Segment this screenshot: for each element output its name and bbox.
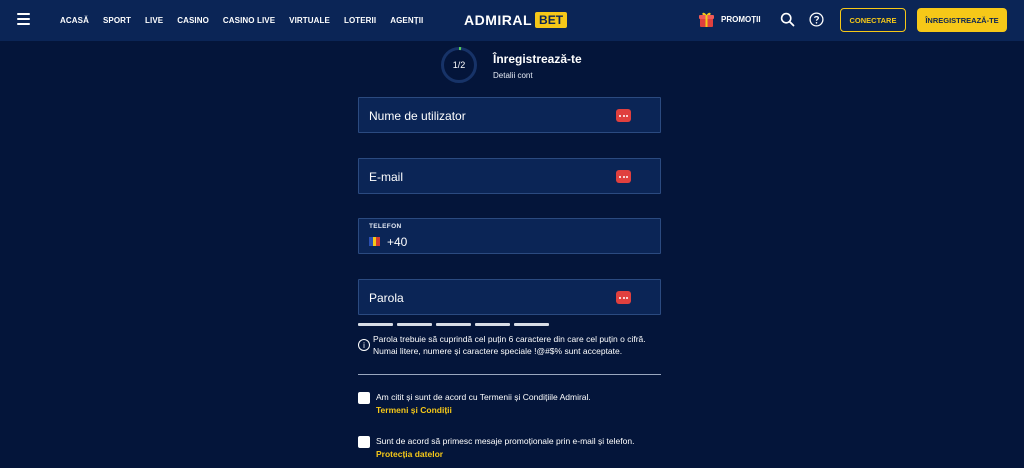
page-subtitle: Detalii cont xyxy=(493,71,533,80)
divider xyxy=(358,374,661,375)
dots-icon xyxy=(616,170,631,183)
terms-link[interactable]: Termeni și Condiții xyxy=(376,404,591,417)
hamburger-icon[interactable] xyxy=(17,13,30,25)
promo-link[interactable]: PROMOȚII xyxy=(698,11,761,28)
dots-icon xyxy=(616,109,631,122)
register-button[interactable]: ÎNREGISTREAZĂ-TE xyxy=(917,8,1007,32)
top-navbar: ACASĂ SPORT LIVE CASINO CASINO LIVE VIRT… xyxy=(0,0,1024,41)
email-field[interactable]: E-mail xyxy=(358,158,661,194)
romania-flag-icon[interactable] xyxy=(369,237,381,246)
password-hint: i Parola trebuie să cuprindă cel puțin 6… xyxy=(358,333,678,357)
phone-label: TELEFON xyxy=(369,223,402,230)
info-icon: i xyxy=(358,339,370,351)
dots-icon xyxy=(616,291,631,304)
nav-virtuale[interactable]: VIRTUALE xyxy=(289,16,330,25)
search-icon[interactable] xyxy=(780,12,795,27)
terms-text: Am citit și sunt de acord cu Termenii și… xyxy=(376,392,591,402)
gift-icon xyxy=(699,12,714,27)
strength-bar xyxy=(436,323,471,326)
help-icon[interactable] xyxy=(809,12,824,27)
strength-bar xyxy=(475,323,510,326)
phone-prefix: +40 xyxy=(387,235,408,249)
step-counter: 1/2 xyxy=(452,60,466,70)
nav-casino[interactable]: CASINO xyxy=(177,16,209,25)
password-field[interactable]: Parola xyxy=(358,279,661,315)
nav-live[interactable]: LIVE xyxy=(145,16,163,25)
login-button[interactable]: CONECTARE xyxy=(840,8,906,32)
logo-text: ADMIRAL xyxy=(464,12,533,28)
password-strength-meter xyxy=(358,323,549,326)
terms-consent: Am citit și sunt de acord cu Termenii și… xyxy=(358,391,591,417)
strength-bar xyxy=(397,323,432,326)
site-logo[interactable]: ADMIRAL BET xyxy=(464,12,568,28)
main-nav: ACASĂ SPORT LIVE CASINO CASINO LIVE VIRT… xyxy=(60,0,437,41)
password-hint-text: Parola trebuie să cuprindă cel puțin 6 c… xyxy=(373,333,646,357)
nav-sport[interactable]: SPORT xyxy=(103,16,131,25)
terms-checkbox[interactable] xyxy=(358,392,370,404)
password-hint-line: Parola trebuie să cuprindă cel puțin 6 c… xyxy=(373,334,646,344)
strength-bar xyxy=(358,323,393,326)
marketing-text: Sunt de acord să primesc mesaje promoțio… xyxy=(376,436,635,446)
nav-acasa[interactable]: ACASĂ xyxy=(60,16,89,25)
nav-loterii[interactable]: LOTERII xyxy=(344,16,376,25)
strength-bar xyxy=(514,323,549,326)
email-label: E-mail xyxy=(369,170,404,184)
promo-label: PROMOȚII xyxy=(721,15,761,24)
password-hint-line: Numai litere, numere și caractere specia… xyxy=(373,346,623,356)
marketing-consent: Sunt de acord să primesc mesaje promoțio… xyxy=(358,435,634,461)
nav-agentii[interactable]: AGENȚII xyxy=(390,16,423,25)
username-field[interactable]: Nume de utilizator xyxy=(358,97,661,133)
password-label: Parola xyxy=(369,291,404,305)
nav-casino-live[interactable]: CASINO LIVE xyxy=(223,16,275,25)
username-label: Nume de utilizator xyxy=(369,109,466,123)
marketing-checkbox[interactable] xyxy=(358,436,370,448)
phone-field[interactable]: TELEFON +40 xyxy=(358,218,661,254)
page-title: Înregistrează-te xyxy=(493,52,582,66)
logo-badge: BET xyxy=(535,12,568,28)
privacy-link[interactable]: Protecția datelor xyxy=(376,448,634,461)
